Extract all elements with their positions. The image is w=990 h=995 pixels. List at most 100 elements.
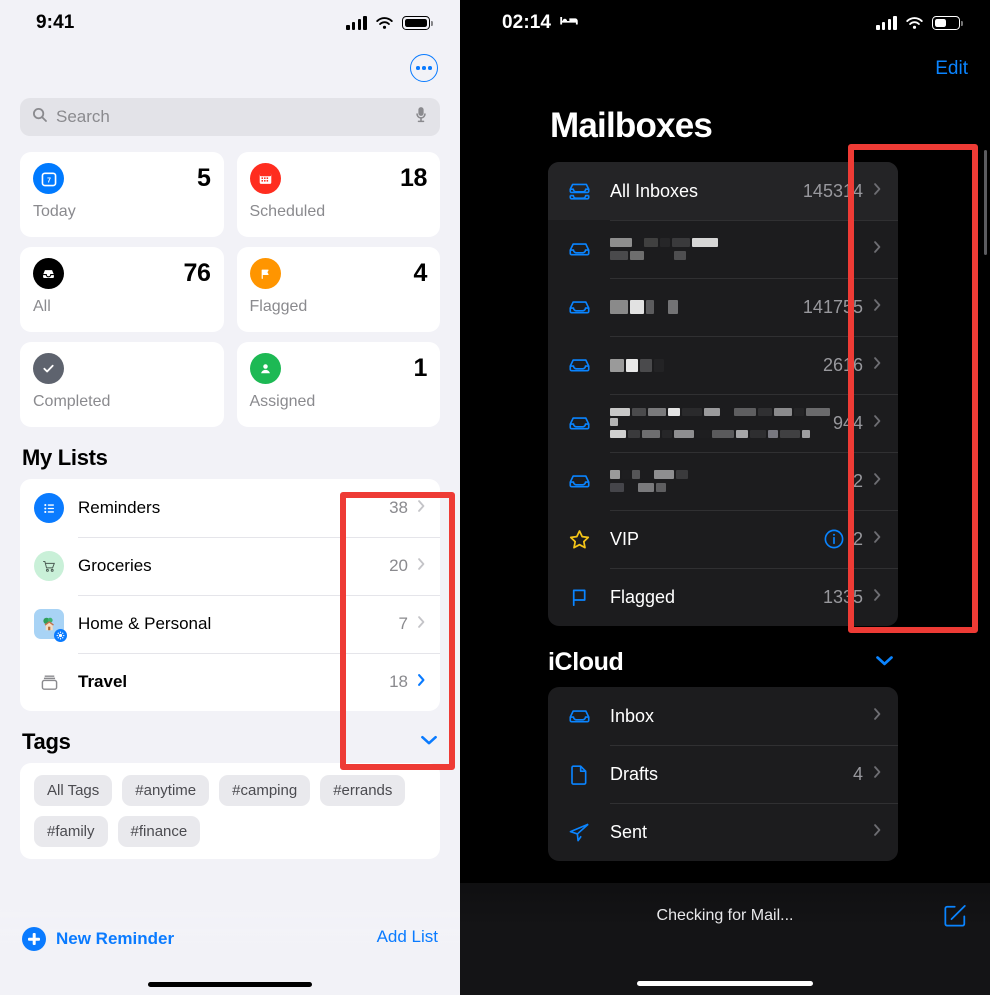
calendar-icon (249, 163, 281, 194)
mailbox-row-redacted-5[interactable]: 2 (548, 452, 898, 510)
mailbox-label: VIP (610, 528, 640, 549)
status-bar-clock: 9:41 (36, 12, 75, 33)
mailbox-row-vip[interactable]: VIP 2 (548, 510, 898, 568)
smart-card-all[interactable]: 76 All (20, 247, 224, 332)
scrollbar[interactable] (984, 150, 987, 255)
mailbox-row-redacted-2[interactable]: 141755 (548, 278, 898, 336)
redacted-mailbox-label (610, 408, 833, 438)
icloud-row-sent[interactable]: Sent (548, 803, 898, 861)
suitcase-icon (34, 667, 64, 697)
icloud-card: Inbox Drafts 4 Sent (548, 687, 898, 861)
chevron-right-icon (873, 765, 882, 784)
list-item-count: 7 (398, 614, 408, 633)
battery-icon (402, 16, 433, 30)
icloud-row-drafts[interactable]: Drafts 4 (548, 745, 898, 803)
icloud-section-header: iCloud (460, 626, 990, 687)
inbox-icon (564, 469, 594, 494)
battery-icon (932, 16, 963, 30)
smart-card-assigned-label: Assigned (249, 393, 316, 410)
smart-card-flagged-count: 4 (413, 259, 427, 287)
mailbox-row-redacted-1[interactable] (548, 220, 898, 278)
chevron-right-icon (417, 673, 426, 692)
mail-nav-bar: Edit (460, 46, 990, 92)
smart-card-completed-label: Completed (33, 393, 111, 410)
mailbox-row-redacted-4[interactable]: 944 (548, 394, 898, 452)
reminders-app-panel: 9:41 Search 7 5 Today 18 Scheduled 76 Al… (0, 0, 460, 995)
chevron-right-icon (873, 707, 882, 726)
tags-header: Tags (0, 711, 460, 763)
list-item-home-and-personal[interactable]: Home & Personal 7 (20, 595, 440, 653)
redacted-mailbox-label (610, 300, 803, 314)
inbox-icon (564, 295, 594, 320)
chevron-right-icon (873, 414, 882, 433)
chevron-down-icon[interactable] (420, 733, 438, 751)
smart-card-all-label: All (33, 298, 51, 315)
smart-card-completed-top (33, 353, 211, 384)
tag-chip[interactable]: #family (34, 816, 108, 847)
status-bar-right: 02:14 (460, 0, 990, 46)
flag-icon (249, 258, 281, 289)
smart-card-scheduled-label: Scheduled (249, 203, 326, 220)
list-item-reminders[interactable]: Reminders 38 (20, 479, 440, 537)
compose-icon[interactable] (942, 903, 968, 934)
toolbar-top-left (0, 46, 460, 90)
inbox-tray-icon (33, 258, 64, 289)
list-item-count: 20 (389, 556, 408, 575)
list-item-count: 18 (389, 672, 408, 691)
more-options-icon[interactable] (410, 54, 438, 82)
cellular-bars-icon (346, 16, 367, 30)
chevron-right-icon (873, 298, 882, 317)
microphone-icon[interactable] (414, 106, 428, 128)
mailbox-label: Flagged (610, 586, 676, 607)
chevron-right-icon (873, 356, 882, 375)
search-input[interactable]: Search (20, 98, 440, 136)
list-item-travel[interactable]: Travel 18 (20, 653, 440, 711)
edit-button[interactable]: Edit (935, 58, 968, 80)
smart-card-flagged[interactable]: 4 Flagged (236, 247, 440, 332)
smart-card-assigned-count: 1 (413, 354, 427, 382)
add-list-button[interactable]: Add List (377, 927, 438, 947)
mail-app-panel: 02:14 Edit Mailboxes All Inboxes 145314 … (460, 0, 990, 995)
list-item-groceries[interactable]: Groceries 20 (20, 537, 440, 595)
new-reminder-label: New Reminder (56, 929, 175, 948)
bed-sleep-icon (559, 14, 579, 32)
smart-card-today-count: 5 (196, 164, 211, 192)
tag-chip[interactable]: #camping (219, 775, 311, 806)
smart-card-assigned[interactable]: 1 Assigned (236, 342, 440, 427)
calendar-day-icon: 7 (33, 163, 64, 194)
new-reminder-button[interactable]: New Reminder (22, 927, 174, 951)
smart-card-today[interactable]: 7 5 Today (20, 152, 224, 237)
inbox-icon (564, 353, 594, 378)
gear-badge-icon (54, 629, 67, 642)
tag-chip[interactable]: #anytime (122, 775, 210, 806)
tag-chip[interactable]: #finance (117, 816, 201, 847)
list-item-label: Groceries (78, 556, 152, 575)
my-lists-title: My Lists (22, 445, 108, 470)
icloud-row-label: Sent (610, 821, 648, 842)
smart-card-flagged-label: Flagged (249, 298, 308, 315)
checkmark-icon (33, 353, 64, 384)
icloud-row-inbox[interactable]: Inbox (548, 687, 898, 745)
info-circle-icon[interactable] (823, 528, 845, 550)
chevron-right-icon (873, 182, 882, 201)
bulleted-list-icon (34, 493, 64, 523)
smart-card-today-top: 7 5 (33, 163, 211, 194)
mailbox-row-redacted-3[interactable]: 2616 (548, 336, 898, 394)
chevron-right-icon (873, 823, 882, 842)
smart-card-flagged-top: 4 (249, 258, 427, 289)
status-bar-right-leading: 02:14 (502, 12, 579, 34)
mailbox-row-flagged[interactable]: Flagged 1335 (548, 568, 898, 626)
inbox-icon (564, 411, 594, 436)
tag-chip[interactable]: All Tags (34, 775, 113, 806)
mailboxes-card: All Inboxes 145314 141755 2616 944 2 VIP… (548, 162, 898, 626)
status-bar-right-trailing (876, 16, 963, 30)
icloud-title: iCloud (548, 648, 624, 676)
smart-card-scheduled[interactable]: 18 Scheduled (236, 152, 440, 237)
smart-card-completed[interactable]: Completed (20, 342, 224, 427)
list-item-label: Reminders (78, 498, 161, 517)
tag-chip[interactable]: #errands (320, 775, 406, 806)
mailbox-row-all-inboxes[interactable]: All Inboxes 145314 (548, 162, 898, 220)
chevron-down-icon[interactable] (875, 654, 894, 672)
mailbox-label: All Inboxes (610, 180, 699, 201)
smart-card-assigned-top: 1 (249, 353, 427, 384)
